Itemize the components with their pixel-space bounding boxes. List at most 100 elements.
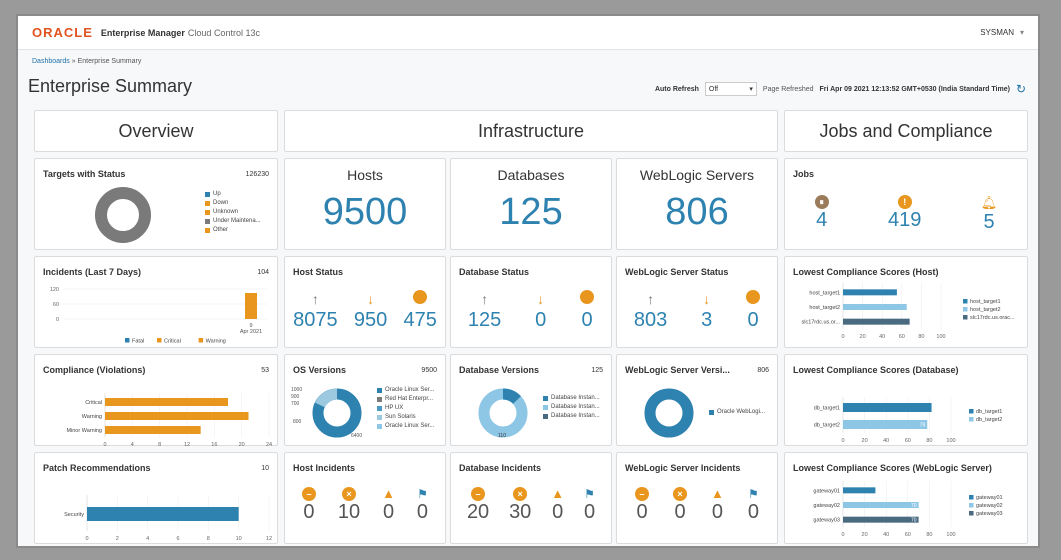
host-status-card[interactable]: Host Status ↑ 8075 ↓ 950 475 (284, 256, 446, 348)
legend-label: host_target2 (970, 307, 1001, 313)
donut-slice[interactable] (315, 388, 338, 408)
bar[interactable] (105, 426, 201, 434)
bar[interactable] (87, 507, 239, 521)
x-tick-label: 2 (116, 536, 119, 542)
user-menu[interactable]: SYSMAN ▾ (980, 28, 1024, 37)
db-versions-card[interactable]: Database Versions 125 110 Database Insta… (450, 354, 612, 446)
lcs-host-card[interactable]: Lowest Compliance Scores (Host) 0 20 40 60 8… (784, 256, 1028, 348)
targets-card[interactable]: Targets with Status 126230 Up Down Unknown… (34, 158, 278, 250)
db-up-count[interactable]: 125 (468, 309, 501, 332)
donut-slice[interactable] (502, 388, 522, 405)
wls-down-count[interactable]: 3 (701, 309, 712, 332)
databases-card[interactable]: Databases 125 (450, 158, 612, 250)
hosts-down-count[interactable]: 950 (354, 309, 387, 332)
bar[interactable] (843, 318, 910, 325)
db-warning-count[interactable]: 0 (552, 501, 563, 524)
arrow-down-icon: ↓ (367, 291, 375, 307)
bar[interactable] (843, 487, 876, 494)
db-critical-count[interactable]: 30 (509, 501, 531, 524)
legend-item: Sun Solaris (377, 414, 434, 420)
jobs-card[interactable]: Jobs ⏸ 4 ! 419 🔔︎ 5 (784, 158, 1028, 250)
x-tick-label: 10 (236, 536, 242, 542)
jobs-alert-count[interactable]: 5 (983, 211, 994, 234)
bar[interactable] (843, 516, 919, 523)
db-down-count[interactable]: 0 (535, 309, 546, 332)
legend-item: Under Maintena... (205, 218, 261, 224)
host-fatal-count[interactable]: 0 (303, 501, 314, 524)
refresh-icon[interactable]: ↻ (1016, 82, 1026, 96)
legend-label: HP UX (385, 405, 404, 411)
x-tick-label: 24 (266, 442, 272, 447)
legend-item: Red Hat Enterpr... (377, 396, 434, 402)
wls-up-count[interactable]: 803 (634, 309, 667, 332)
wls-status-card[interactable]: WebLogic Server Status ↑ 803 ↓ 3 0 (616, 256, 778, 348)
bar[interactable] (843, 403, 932, 412)
lcs-wls-card[interactable]: Lowest Compliance Scores (WebLogic Serve… (784, 452, 1028, 544)
wls-fatal-count[interactable]: 0 (636, 501, 647, 524)
legend-label: Under Maintena... (213, 218, 261, 224)
os-versions-card[interactable]: OS Versions 9500 1000 900 700 800 6400 O… (284, 354, 446, 446)
wls-escalated-count[interactable]: 0 (748, 501, 759, 524)
donut-slice[interactable] (644, 388, 694, 438)
host-escalated-count[interactable]: 0 (417, 501, 428, 524)
db-other-count[interactable]: 0 (582, 309, 593, 332)
lcs-db-card[interactable]: Lowest Compliance Scores (Database) 0 20 4… (784, 354, 1028, 446)
jobs-problem-count[interactable]: 419 (888, 209, 921, 232)
wls-versions-card[interactable]: WebLogic Server Versi... 806 Oracle WebL… (616, 354, 778, 446)
hosts-count[interactable]: 9500 (285, 191, 445, 234)
hosts-up-count[interactable]: 8075 (293, 309, 338, 332)
databases-count[interactable]: 125 (451, 191, 611, 234)
critical-icon: × (673, 487, 687, 501)
legend-label: Database Instan... (551, 413, 600, 419)
patch-card[interactable]: Patch Recommendations 10 0 2 4 6 8 10 12 Securi… (34, 452, 278, 544)
x-tick-label: 8 (207, 536, 210, 542)
weblogic-count[interactable]: 806 (617, 191, 777, 234)
user-name: SYSMAN (980, 28, 1014, 37)
jobs-suspended-count[interactable]: 4 (816, 209, 827, 232)
wls-critical-count[interactable]: 0 (674, 501, 685, 524)
bar[interactable] (843, 289, 897, 296)
bar[interactable] (105, 412, 249, 420)
x-tick-label: 20 (239, 442, 245, 447)
db-incidents-card[interactable]: Database Incidents –20 × 30 ▲ 0 ⚑ 0 (450, 452, 612, 544)
bar[interactable] (843, 420, 928, 429)
incidents-card[interactable]: Incidents (Last 7 Days) 104 120 60 0 9 Apr 2… (34, 256, 278, 348)
host-warning-count[interactable]: 0 (383, 501, 394, 524)
host-incidents-card[interactable]: Host Incidents –0 × 10 ▲ 0 ⚑ 0 (284, 452, 446, 544)
arrow-up-icon: ↑ (311, 291, 319, 307)
wls-incidents-card[interactable]: WebLogic Server Incidents –0 × 0 ▲ 0 ⚑ 0 (616, 452, 778, 544)
hosts-card[interactable]: Hosts 9500 (284, 158, 446, 250)
legend-label: Database Instan... (551, 395, 600, 401)
legend-swatch (198, 338, 204, 343)
hosts-other-count[interactable]: 475 (404, 309, 437, 332)
legend-item: Down (205, 200, 261, 206)
weblogic-card[interactable]: WebLogic Servers 806 (616, 158, 778, 250)
db-escalated-count[interactable]: 0 (584, 501, 595, 524)
legend-swatch (377, 387, 382, 393)
data-label: 78 (920, 423, 926, 429)
legend-item: Database Instan... (543, 404, 600, 410)
page-refreshed-value: Fri Apr 09 2021 12:13:52 GMT+0530 (India… (819, 85, 1010, 93)
flag-icon: ⚑ (417, 487, 428, 501)
wls-warning-count[interactable]: 0 (712, 501, 723, 524)
db-fatal-count[interactable]: 20 (467, 501, 489, 524)
y-tick-label: 60 (53, 302, 59, 308)
compliance-card[interactable]: Compliance (Violations) 53 0 4 8 12 16 20 24 Cr… (34, 354, 278, 447)
legend-swatch (377, 396, 382, 402)
wls-other-count[interactable]: 0 (748, 309, 759, 332)
donut-slice[interactable] (95, 187, 151, 243)
bar[interactable] (843, 502, 919, 508)
auto-refresh-select[interactable]: Off ▾ (704, 82, 757, 96)
bar[interactable] (245, 293, 257, 319)
breadcrumb-dashboards-link[interactable]: Dashboards (32, 58, 70, 65)
category-label: Critical (85, 400, 102, 406)
os-tick-4: 800 (293, 419, 302, 425)
legend-item: Unknown (205, 209, 261, 215)
bar[interactable] (843, 304, 907, 310)
host-critical-count[interactable]: 10 (338, 501, 360, 524)
critical-icon: × (342, 487, 357, 501)
lcs-db-chart: 0 20 40 60 80 100 db_target1 db_target2 78 db_tar… (814, 397, 1002, 444)
db-status-card[interactable]: Database Status ↑ 125 ↓ 0 0 (450, 256, 612, 348)
category-label: host_target1 (809, 290, 840, 296)
bar[interactable] (105, 398, 228, 406)
